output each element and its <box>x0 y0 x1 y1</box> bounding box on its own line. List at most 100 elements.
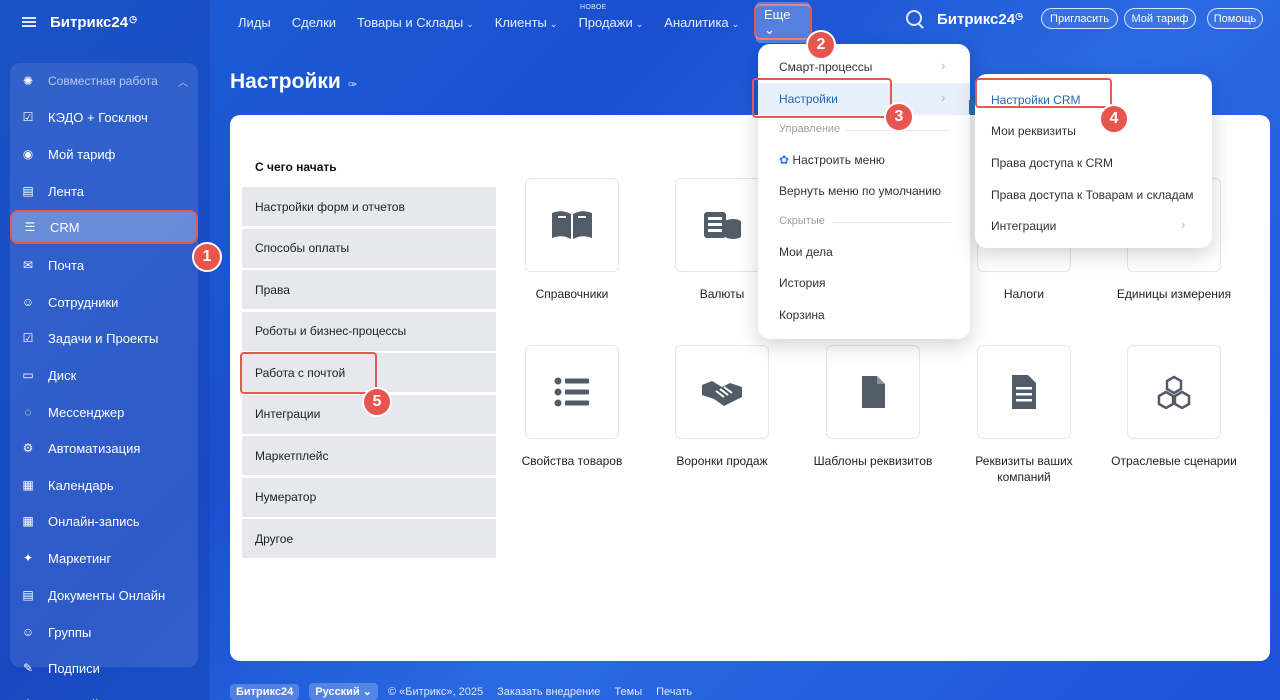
sidebar-item-11[interactable]: ▦ Календарь <box>10 468 198 502</box>
sidebar-item-7[interactable]: ☑ Задачи и Проекты <box>10 321 198 355</box>
left-menu-item-7[interactable]: Маркетплейс <box>242 436 496 475</box>
left-menu-item-1[interactable]: Настройки форм и отчетов <box>242 187 496 226</box>
tile-label: Воронки продаж <box>676 454 768 468</box>
menu-trash[interactable]: Корзина <box>779 308 825 322</box>
calendar-icon: ▦ <box>22 478 34 492</box>
order-link[interactable]: Заказать внедрение <box>497 686 600 698</box>
themes-link[interactable]: Темы <box>614 686 642 698</box>
sidebar-item-6[interactable]: ☺ Сотрудники <box>10 285 198 319</box>
left-menu-item-4[interactable]: Роботы и бизнес-процессы <box>242 311 496 351</box>
tile-label: Налоги <box>1003 287 1045 301</box>
more-button[interactable]: Еще ⌄ <box>754 1 812 43</box>
menu-reset[interactable]: Вернуть меню по умолчанию <box>779 184 941 198</box>
sidebar-item-1[interactable]: ☑ КЭДО + Госключ <box>10 100 198 134</box>
sidebar-item-label: Почта <box>48 257 85 273</box>
step-badge-3: 3 <box>884 102 914 132</box>
tile-label: Единицы измерения <box>1116 287 1232 301</box>
sidebar-header: Битрикс24◷ <box>0 0 210 44</box>
page-title: Настройки <box>230 70 341 93</box>
submenu-crm-access[interactable]: Права доступа к CRM <box>991 156 1113 170</box>
file-icon <box>862 376 885 408</box>
tariff-icon: ◉ <box>22 147 34 161</box>
sidebar-item-8[interactable]: ▭ Диск <box>10 358 198 392</box>
nav-leads[interactable]: Лиды <box>238 15 271 30</box>
chevron-down-icon: ⌄ <box>635 18 644 29</box>
nav-clients[interactable]: Клиенты ⌄ <box>495 15 558 30</box>
tile-company-requisites[interactable] <box>977 345 1071 439</box>
sidebar-item-17[interactable]: ⚙ Настройки <box>10 687 198 700</box>
sidebar-item-14[interactable]: ▤ Документы Онлайн <box>10 578 198 612</box>
sidebar-item-label: CRM <box>50 219 80 235</box>
menu-section-manage: Управление <box>779 123 841 135</box>
sidebar-item-label: Онлайн-запись <box>48 513 140 529</box>
help-button[interactable]: Помощь <box>1207 8 1263 29</box>
sidebar-item-label: Настройки <box>48 697 112 700</box>
sidebar-item-3[interactable]: ▤ Лента <box>10 174 198 208</box>
signature-icon: ✎ <box>22 661 34 675</box>
language-select[interactable]: Русский ⌄ <box>309 683 378 700</box>
mail-icon: ✉ <box>22 258 34 272</box>
nav-sales[interactable]: Продажи ⌄ <box>578 15 643 30</box>
chevron-down-icon: ⌄ <box>466 18 474 29</box>
menu-my-tasks[interactable]: Мои дела <box>779 245 833 259</box>
sidebar-item-5[interactable]: ✉ Почта <box>10 248 198 282</box>
print-link[interactable]: Печать <box>656 686 692 698</box>
left-menu-item-3[interactable]: Права <box>242 270 496 309</box>
pin-icon[interactable]: ✑ <box>348 78 357 91</box>
tile-currencies[interactable] <box>675 178 769 272</box>
sidebar-item-label: Календарь <box>48 477 114 493</box>
submenu-integrations[interactable]: Интеграции <box>991 219 1056 233</box>
footer-logo[interactable]: Битрикс24 <box>230 683 300 700</box>
sidebar-item-15[interactable]: ☺ Группы <box>10 615 198 649</box>
chevron-up-icon[interactable]: ︿ <box>178 74 188 89</box>
step-badge-5: 5 <box>362 387 392 417</box>
sidebar-item-label: Группы <box>48 624 92 640</box>
tariff-button[interactable]: Мой тариф <box>1124 8 1196 29</box>
step-badge-1: 1 <box>192 242 222 272</box>
tile-label: Отраслевые сценарии <box>1111 454 1237 468</box>
chevron-down-icon: ⌄ <box>549 18 558 29</box>
nav-goods-label: Товары и Склады <box>357 14 464 30</box>
sidebar-item-10[interactable]: ⚙ Автоматизация <box>10 431 198 465</box>
nav-clients-label: Клиенты <box>494 14 547 30</box>
handshake-icon <box>702 381 742 406</box>
tile-industry-scenarios[interactable] <box>1127 345 1221 439</box>
nav-deals[interactable]: Сделки <box>292 15 336 30</box>
tile-label: Справочники <box>535 287 609 301</box>
sidebar-group-collab[interactable]: ✺ Совместная работа ︿ <box>10 64 198 98</box>
nav-goods[interactable]: Товары и Склады ⌄ <box>357 15 474 30</box>
sidebar-item-12[interactable]: ▦ Онлайн-запись <box>10 504 198 538</box>
search-icon[interactable] <box>906 10 922 26</box>
menu-smart-processes[interactable]: Смарт-процессы <box>779 60 872 74</box>
left-menu-title: С чего начать <box>255 160 337 174</box>
sidebar-item-16[interactable]: ✎ Подписи <box>10 651 198 685</box>
tile-directories[interactable] <box>525 178 619 272</box>
clock-icon: ◷ <box>129 13 137 24</box>
disk-icon: ▭ <box>22 368 34 382</box>
tile-product-properties[interactable] <box>525 345 619 439</box>
sidebar-item-13[interactable]: ✦ Маркетинг <box>10 541 198 575</box>
tile-requisite-templates[interactable] <box>826 345 920 439</box>
sidebar-logo[interactable]: Битрикс24◷ <box>50 14 137 31</box>
menu-section-hidden: Скрытые <box>779 215 825 227</box>
left-menu-item-9[interactable]: Другое <box>242 519 496 558</box>
left-menu-item-8[interactable]: Нумератор <box>242 477 496 517</box>
submenu-goods-access[interactable]: Права доступа к Товарам и складам <box>991 188 1194 202</box>
chevron-right-icon: › <box>941 58 946 73</box>
invite-button[interactable]: Пригласить <box>1041 8 1118 29</box>
menu-configure[interactable]: ✿ Настроить меню <box>779 153 885 167</box>
document-lines-icon <box>1012 375 1036 409</box>
nav-analytics[interactable]: Аналитика ⌄ <box>664 15 739 30</box>
tile-label: Шаблоны реквизитов <box>813 454 933 468</box>
automation-icon: ⚙ <box>22 441 34 455</box>
left-menu-item-2[interactable]: Способы оплаты <box>242 228 496 268</box>
tile-sales-funnels[interactable] <box>675 345 769 439</box>
step-badge-2: 2 <box>806 30 836 60</box>
sidebar-item-2[interactable]: ◉ Мой тариф <box>10 137 198 171</box>
sidebar-item-label: Задачи и Проекты <box>48 330 159 346</box>
sidebar-item-9[interactable]: ◌ Мессенджер <box>10 395 198 429</box>
menu-burger-icon[interactable] <box>22 17 36 27</box>
menu-history[interactable]: История <box>779 276 826 290</box>
sidebar-item-4[interactable]: ☰ CRM <box>10 210 198 244</box>
submenu-requisites[interactable]: Мои реквизиты <box>991 124 1076 138</box>
